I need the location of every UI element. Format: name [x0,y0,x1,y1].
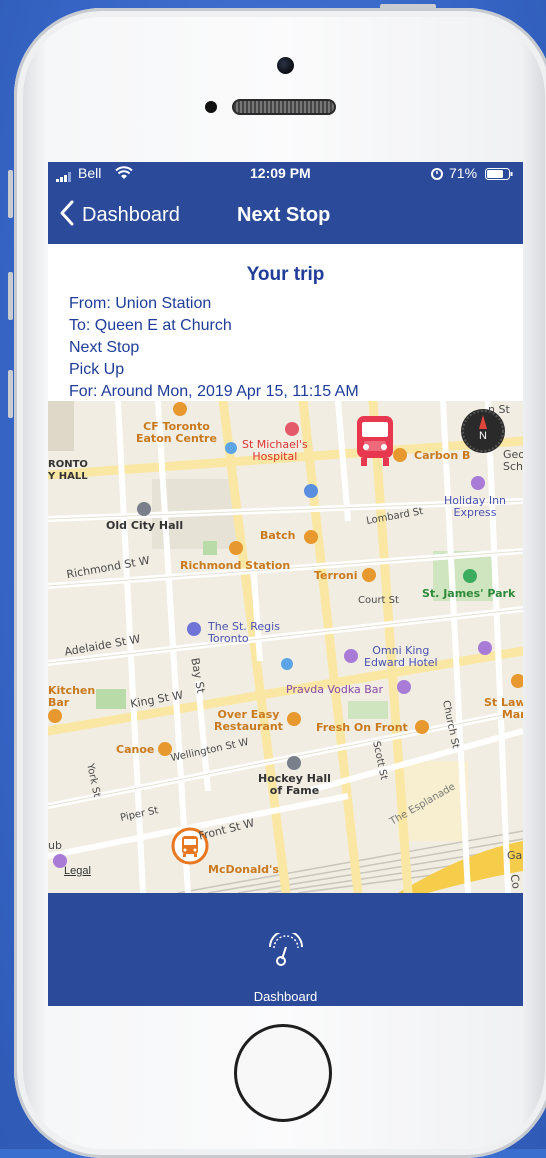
map-label-holiday-inn: Holiday Inn Express [444,494,507,519]
trip-for: For: Around Mon, 2019 Apr 15, 11:15 AM [69,383,359,400]
trip-to: To: Queen E at Church [69,317,232,334]
trip-info: Your trip From: Union Station To: Queen … [48,244,523,401]
home-button[interactable] [234,1024,332,1122]
bus-stop-marker-icon[interactable] [356,415,394,467]
battery-icon [485,167,513,183]
map-label-st-james-park: St. James' Park [422,587,516,600]
speedometer-icon[interactable] [265,933,307,967]
map-label-ga: Ga [507,849,523,862]
map-label-carbon: Carbon B [414,449,471,462]
map-label-cf-toronto: CF Toronto Eaton Centre [136,420,217,445]
map-label-co: Co [507,873,523,890]
trip-from: From: Union Station [69,295,212,312]
map-label-st-lawrence: St Law Mar [484,696,523,721]
map-label-old-city-hall: Old City Hall [106,519,184,532]
map-label-richmond-station: Richmond Station [180,559,291,572]
trip-next-stop: Next Stop [69,339,140,356]
volume-down-button [8,370,13,418]
map-label-st-michaels: St Michael's Hospital [242,438,308,463]
carrier-label: Bell [78,165,102,181]
back-button[interactable]: Dashboard [82,204,180,227]
tab-dashboard[interactable]: Dashboard [48,989,523,1004]
tab-bar: Dashboard [48,893,523,1006]
wifi-icon [115,166,133,183]
map-label-canoe: Canoe [116,743,155,756]
map-label-hockey-hall: Hockey Hall of Fame [258,772,331,797]
earpiece-speaker [232,99,336,115]
map-label-terroni: Terroni [314,569,358,582]
page-title: Next Stop [237,204,331,226]
signal-icon [56,169,74,185]
back-chevron-icon[interactable] [60,200,74,226]
trip-pick-up: Pick Up [69,361,125,378]
map-view[interactable]: N CF Toronto Eaton Centre St Michael's H… [48,401,523,893]
map-label-st-regis: The St. Regis Toronto [208,620,280,645]
map-label-mcdonalds: McDonald's [208,863,279,876]
map-label-kitchen-bar: Kitchen Bar [48,684,96,709]
trip-heading: Your trip [246,264,325,285]
map-label-city-hall: RONTO Y HALL [48,459,88,482]
status-bar: Bell 12:09 PM 71% [48,162,523,184]
app-screen: Bell 12:09 PM 71% Dashboard Next Stop Yo… [48,162,523,1006]
map-label-fresh-on-front: Fresh On Front [316,721,408,734]
map-label-ub: ub [48,839,62,852]
battery-percent: 71% [449,165,478,181]
front-camera [277,57,294,74]
navigation-bar: Dashboard Next Stop [48,184,523,244]
mute-switch [8,170,13,218]
compass-n-label: N [479,430,487,442]
map-label-omni-king: Omni King Edward Hotel [364,644,438,669]
map-legal-link[interactable]: Legal [64,865,91,877]
proximity-sensor [205,101,217,113]
map-label-over-easy: Over Easy Restaurant [214,708,283,733]
map-label-geo: Geo Scho [503,448,523,473]
map-label-n-st: n St [488,403,510,416]
alarm-icon [430,166,444,183]
map-label-batch: Batch [260,529,296,542]
clock-label: 12:09 PM [250,165,311,181]
map-label-court-st: Court St [358,595,399,606]
volume-up-button [8,272,13,320]
map-label-pravda: Pravda Vodka Bar [286,683,384,696]
power-button [380,4,436,9]
